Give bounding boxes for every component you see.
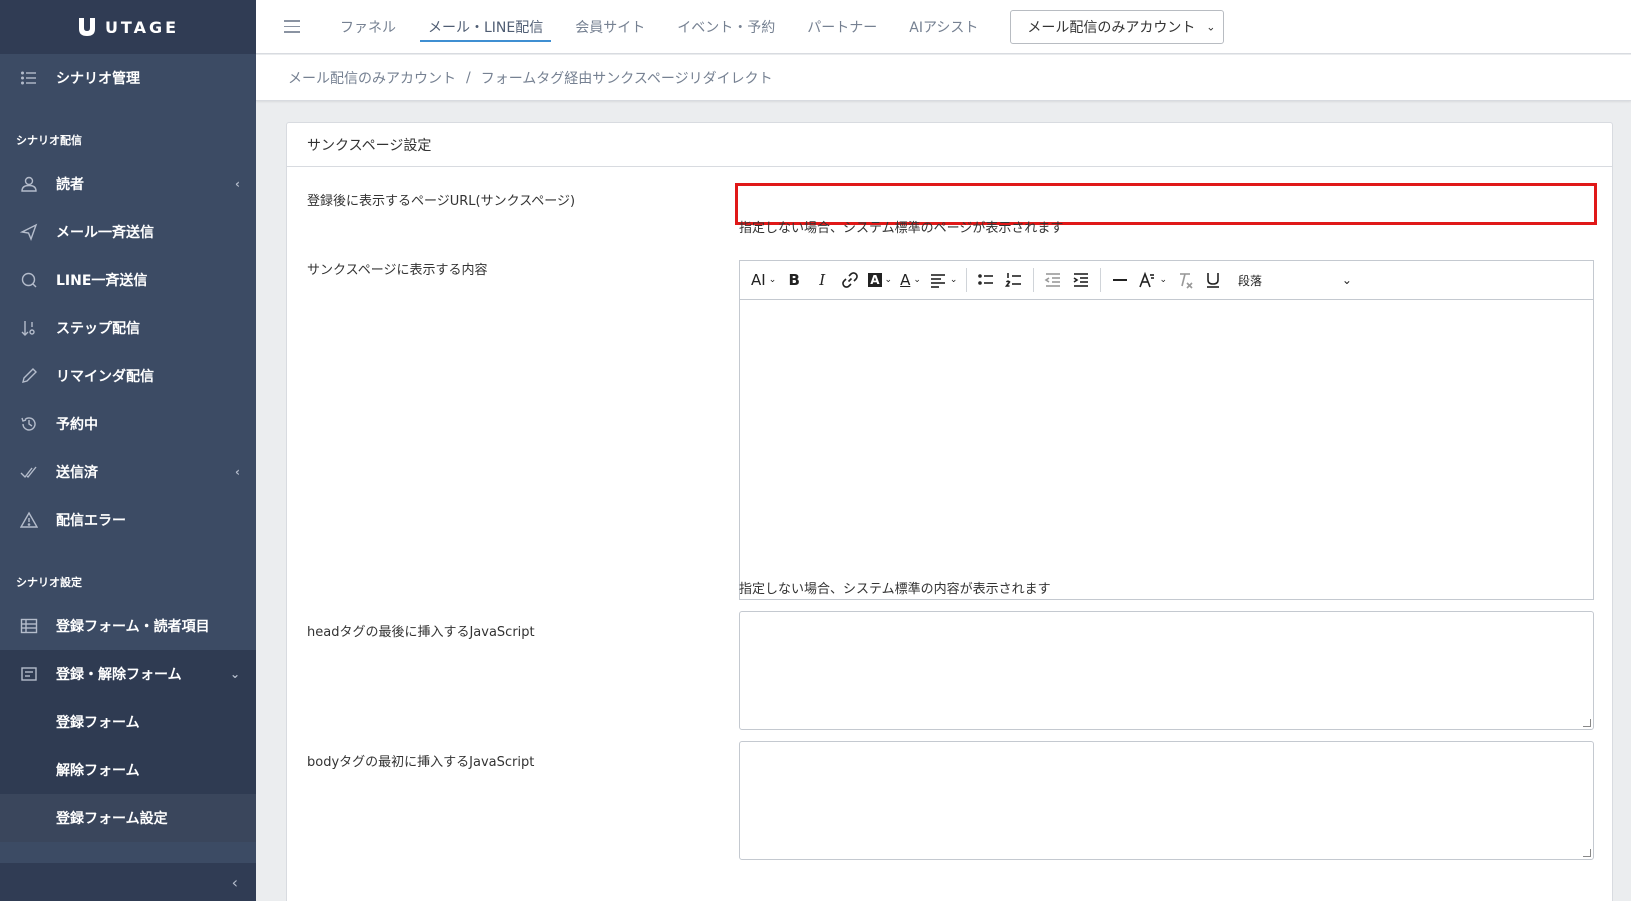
chevron-left-icon: ‹ [231, 872, 238, 892]
editor-content-area[interactable] [740, 300, 1593, 600]
sidebar-item-label: LINE一斉送信 [56, 273, 148, 289]
sidebar-item-scheduled[interactable]: 予約中 [0, 400, 256, 448]
body-js-label: bodyタグの最初に挿入するJavaScript [307, 755, 535, 770]
chevron-down-icon: ⌄ [229, 667, 240, 681]
form-icon [20, 665, 38, 683]
numbered-list-icon[interactable] [1001, 266, 1027, 294]
top-nav: ファネル メール・LINE配信 会員サイト イベント・予約 パートナー AIアシ… [324, 0, 994, 54]
sidebar-item-label: メール一斉送信 [56, 225, 154, 241]
horizontal-rule-icon[interactable] [1107, 266, 1133, 294]
sidebar-item-label: シナリオ管理 [56, 71, 140, 87]
toolbar-divider [966, 268, 968, 292]
sidebar-subitem-register-form-settings[interactable]: 登録フォーム設定 [0, 794, 256, 842]
sidebar-subitem-register-form[interactable]: 登録フォーム [0, 698, 256, 746]
paragraph-format-select[interactable]: 段落 ⌄ [1228, 266, 1358, 294]
chevron-left-icon: ‹ [235, 177, 240, 191]
toolbar-divider [1033, 268, 1035, 292]
sidebar-item-label: 配信エラー [56, 513, 126, 529]
tab-funnel[interactable]: ファネル [324, 0, 412, 54]
chevron-down-icon: ⌄ [1341, 273, 1352, 287]
account-select-value: メール配信のみアカウント [1027, 19, 1196, 36]
check-double-icon [20, 463, 38, 481]
sidebar-item-label: 予約中 [56, 417, 98, 433]
table-icon [20, 617, 38, 635]
url-field-label: 登録後に表示するページURL(サンクスページ) [307, 194, 576, 209]
sidebar-item-line-broadcast[interactable]: LINE一斉送信 [0, 256, 256, 304]
chevron-left-icon: ‹ [235, 465, 240, 479]
tab-partner[interactable]: パートナー [791, 0, 893, 54]
sidebar-item-label: ステップ配信 [56, 321, 140, 337]
highlight-color-button[interactable]: A ⌄ [865, 266, 895, 294]
bold-button[interactable]: B [781, 266, 807, 294]
sidebar-item-readers[interactable]: 読者 ‹ [0, 160, 256, 208]
sidebar-item-sent[interactable]: 送信済 ‹ [0, 448, 256, 496]
underline-icon[interactable] [1200, 266, 1226, 294]
breadcrumb: メール配信のみアカウント / フォームタグ経由サンクスページリダイレクト [256, 55, 1631, 101]
italic-button[interactable]: I [809, 266, 835, 294]
send-icon [20, 223, 38, 241]
hamburger-menu-icon[interactable] [284, 20, 316, 33]
sidebar-item-delivery-error[interactable]: 配信エラー [0, 496, 256, 544]
sidebar-item-reminder[interactable]: リマインダ配信 [0, 352, 256, 400]
font-color-button[interactable]: A ⌄ [897, 266, 924, 294]
text-style-icon[interactable]: ⌄ [1135, 266, 1170, 294]
sidebar-subitem-unsubscribe-form[interactable]: 解除フォーム [0, 746, 256, 794]
tab-member-site[interactable]: 会員サイト [559, 0, 661, 54]
sidebar-item-step-delivery[interactable]: ステップ配信 [0, 304, 256, 352]
warning-icon [20, 511, 38, 529]
breadcrumb-item-current: フォームタグ経由サンクスページリダイレクト [480, 70, 773, 87]
font-size-button[interactable]: AI ⌄ [748, 266, 779, 294]
sidebar-item-register-unsubscribe-forms[interactable]: 登録・解除フォーム ⌄ [0, 650, 256, 698]
list-icon [20, 69, 38, 87]
utage-logo-icon [78, 18, 95, 36]
sidebar-item-label: 登録・解除フォーム [56, 667, 182, 683]
editor-toolbar: AI ⌄ B I A ⌄ A ⌄ ⌄ ⌄ 段落 ⌄ [740, 261, 1593, 300]
toolbar-divider [1100, 268, 1102, 292]
breadcrumb-separator: / [466, 69, 471, 86]
outdent-icon[interactable] [1040, 266, 1066, 294]
sort-icon [20, 319, 38, 337]
chevron-down-icon: ⌄ [1206, 20, 1216, 33]
content-field-hint: 指定しない場合、システム標準の内容が表示されます [739, 582, 1051, 597]
thanks-page-settings-card: サンクスページ設定 登録後に表示するページURL(サンクスページ) 指定しない場… [286, 122, 1613, 901]
tab-ai-assist[interactable]: AIアシスト [893, 0, 994, 54]
sidebar-item-label: 登録フォーム・読者項目 [56, 619, 210, 635]
sidebar-collapse-button[interactable]: ‹ [0, 863, 256, 901]
sidebar-item-mail-broadcast[interactable]: メール一斉送信 [0, 208, 256, 256]
sidebar-section-title: シナリオ設定 [16, 576, 82, 589]
sidebar-item-label: 送信済 [56, 465, 98, 481]
body-js-textarea[interactable] [739, 741, 1594, 860]
sidebar-item-label: リマインダ配信 [56, 369, 154, 385]
sidebar: UTAGE シナリオ管理 シナリオ配信 読者 ‹ メール一斉送信 LINE一斉送… [0, 0, 256, 901]
sidebar-section-title: シナリオ配信 [16, 134, 82, 147]
pencil-icon [20, 367, 38, 385]
sidebar-group-register-unsubscribe: 登録・解除フォーム ⌄ 登録フォーム 解除フォーム 登録フォーム設定 [0, 650, 256, 842]
bullet-list-icon[interactable] [973, 266, 999, 294]
brand-name: UTAGE [104, 17, 180, 37]
account-select[interactable]: メール配信のみアカウント ⌄ [1010, 9, 1225, 44]
breadcrumb-item-account[interactable]: メール配信のみアカウント [288, 68, 456, 88]
url-field-hint: 指定しない場合、システム標準のページが表示されます [739, 221, 1064, 236]
tab-mail-line[interactable]: メール・LINE配信 [412, 0, 559, 54]
top-header: ファネル メール・LINE配信 会員サイト イベント・予約 パートナー AIアシ… [256, 0, 1631, 54]
sidebar-item-forms-reader-fields[interactable]: 登録フォーム・読者項目 [0, 602, 256, 650]
resize-handle-icon[interactable] [1583, 719, 1591, 727]
chat-icon [20, 271, 38, 289]
content-field-label: サンクスページに表示する内容 [307, 263, 488, 278]
sidebar-item-label: 読者 [56, 177, 84, 193]
head-js-label: headタグの最後に挿入するJavaScript [307, 625, 535, 640]
tab-event-booking[interactable]: イベント・予約 [661, 0, 791, 54]
brand[interactable]: UTAGE [0, 0, 256, 54]
clear-format-icon[interactable] [1172, 266, 1198, 294]
card-title: サンクスページ設定 [287, 123, 1612, 167]
indent-icon[interactable] [1068, 266, 1094, 294]
rich-text-editor[interactable]: AI ⌄ B I A ⌄ A ⌄ ⌄ ⌄ 段落 ⌄ [739, 260, 1594, 600]
sidebar-item-scenario-management[interactable]: シナリオ管理 [0, 54, 256, 102]
head-js-textarea[interactable] [739, 611, 1594, 730]
align-icon[interactable]: ⌄ [926, 266, 961, 294]
history-icon [20, 415, 38, 433]
link-icon[interactable] [837, 266, 863, 294]
resize-handle-icon[interactable] [1583, 849, 1591, 857]
user-icon [20, 175, 38, 193]
